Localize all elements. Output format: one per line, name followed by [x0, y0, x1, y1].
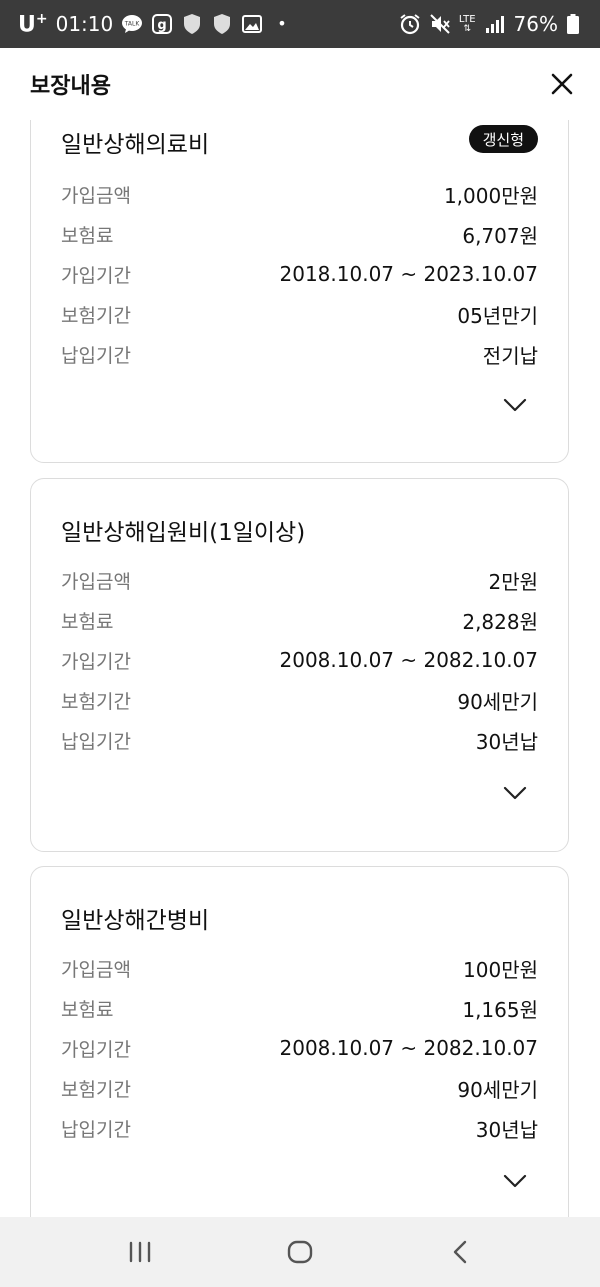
row-value: 2,828원	[462, 609, 538, 634]
talk-icon: TALK	[121, 13, 143, 35]
shield-icon	[181, 13, 203, 35]
home-button[interactable]	[270, 1227, 330, 1277]
status-left: U+ 01:10 TALK g •	[18, 11, 287, 37]
row-value: 2008.10.07 ~ 2082.10.07	[279, 648, 539, 672]
row-label: 보험기간	[61, 304, 131, 327]
detail-row: 보험료 1,165원	[61, 993, 538, 1023]
coverage-list[interactable]: 일반상해의료비 갱신형 가입금액 1,000만원 보험료 6,707원 가입기간…	[0, 120, 600, 1217]
detail-row: 가입금액 100만원	[61, 953, 538, 983]
detail-row: 가입금액 2만원	[61, 565, 538, 595]
row-value: 2만원	[488, 569, 538, 594]
coverage-title: 일반상해입원비(1일이상)	[61, 520, 306, 546]
row-value: 2018.10.07 ~ 2023.10.07	[279, 262, 539, 286]
row-label: 납입기간	[61, 730, 131, 753]
app-header: 보장내용	[0, 48, 600, 120]
chevron-down-icon	[503, 398, 527, 412]
coverage-card: 일반상해의료비 갱신형 가입금액 1,000만원 보험료 6,707원 가입기간…	[30, 120, 569, 463]
expand-button[interactable]	[500, 781, 530, 805]
status-time: 01:10	[55, 11, 114, 36]
chevron-down-icon	[503, 1174, 527, 1188]
alarm-icon	[399, 13, 421, 35]
coverage-card: 일반상해간병비 가입금액 100만원 보험료 1,165원 가입기간 2008.…	[30, 866, 569, 1217]
row-value: 6,707원	[462, 223, 538, 248]
recent-apps-icon	[129, 1241, 151, 1263]
lte-icon: LTE ⇅	[458, 13, 476, 34]
chevron-down-icon	[503, 786, 527, 800]
detail-row: 가입기간 2008.10.07 ~ 2082.10.07	[61, 645, 538, 675]
row-value: 90세만기	[457, 689, 538, 714]
close-button[interactable]	[548, 70, 576, 98]
carrier-label: U+	[18, 10, 48, 38]
signal-icon	[484, 13, 506, 35]
back-button[interactable]	[430, 1227, 490, 1277]
detail-row: 가입기간 2008.10.07 ~ 2082.10.07	[61, 1033, 538, 1063]
row-label: 가입금액	[61, 958, 131, 981]
row-label: 보험료	[61, 998, 114, 1021]
detail-row: 보험기간 90세만기	[61, 685, 538, 715]
detail-row: 납입기간 30년납	[61, 1113, 538, 1143]
detail-row: 보험기간 90세만기	[61, 1073, 538, 1103]
back-icon	[453, 1240, 467, 1264]
detail-row: 가입금액 1,000만원	[61, 179, 538, 209]
row-label: 보험료	[61, 610, 114, 633]
row-label: 보험기간	[61, 1078, 131, 1101]
expand-button[interactable]	[500, 1169, 530, 1193]
row-value: 전기납	[482, 343, 538, 368]
notification-dot-icon: •	[277, 14, 287, 34]
row-label: 보험료	[61, 224, 114, 247]
renewal-badge: 갱신형	[468, 125, 538, 153]
svg-text:g: g	[158, 18, 167, 33]
status-right: LTE ⇅ 76%	[399, 12, 580, 36]
row-label: 가입금액	[61, 184, 131, 207]
row-value: 30년납	[475, 1117, 538, 1142]
row-label: 가입기간	[61, 650, 131, 673]
expand-button[interactable]	[500, 393, 530, 417]
row-value: 90세만기	[457, 1077, 538, 1102]
system-nav-bar	[0, 1217, 600, 1287]
row-label: 가입금액	[61, 570, 131, 593]
shield-icon	[211, 13, 233, 35]
row-label: 가입기간	[61, 1038, 131, 1061]
mute-icon	[429, 13, 451, 35]
status-bar: U+ 01:10 TALK g • LTE ⇅ 76%	[0, 0, 600, 48]
coverage-title: 일반상해의료비	[61, 132, 210, 158]
gallery-icon	[241, 13, 263, 35]
battery-percent: 76%	[513, 12, 558, 36]
detail-row: 보험료 6,707원	[61, 219, 538, 249]
coverage-card: 일반상해입원비(1일이상) 가입금액 2만원 보험료 2,828원 가입기간 2…	[30, 478, 569, 852]
detail-row: 가입기간 2018.10.07 ~ 2023.10.07	[61, 259, 538, 289]
row-label: 납입기간	[61, 1118, 131, 1141]
svg-text:TALK: TALK	[124, 20, 141, 27]
close-icon	[551, 73, 573, 95]
detail-row: 보험료 2,828원	[61, 605, 538, 635]
g-app-icon: g	[151, 13, 173, 35]
row-value: 2008.10.07 ~ 2082.10.07	[279, 1036, 539, 1060]
row-value: 30년납	[475, 729, 538, 754]
home-icon	[287, 1240, 313, 1264]
recent-apps-button[interactable]	[110, 1227, 170, 1277]
detail-row: 납입기간 30년납	[61, 725, 538, 755]
battery-icon	[566, 13, 580, 35]
row-value: 1,000만원	[443, 183, 538, 208]
row-label: 보험기간	[61, 690, 131, 713]
row-value: 100만원	[463, 957, 538, 982]
coverage-title: 일반상해간병비	[61, 908, 210, 934]
detail-row: 보험기간 05년만기	[61, 299, 538, 329]
row-label: 가입기간	[61, 264, 131, 287]
page-title: 보장내용	[30, 74, 111, 99]
row-value: 05년만기	[457, 303, 538, 328]
row-label: 납입기간	[61, 344, 131, 367]
row-value: 1,165원	[462, 997, 538, 1022]
detail-row: 납입기간 전기납	[61, 339, 538, 369]
